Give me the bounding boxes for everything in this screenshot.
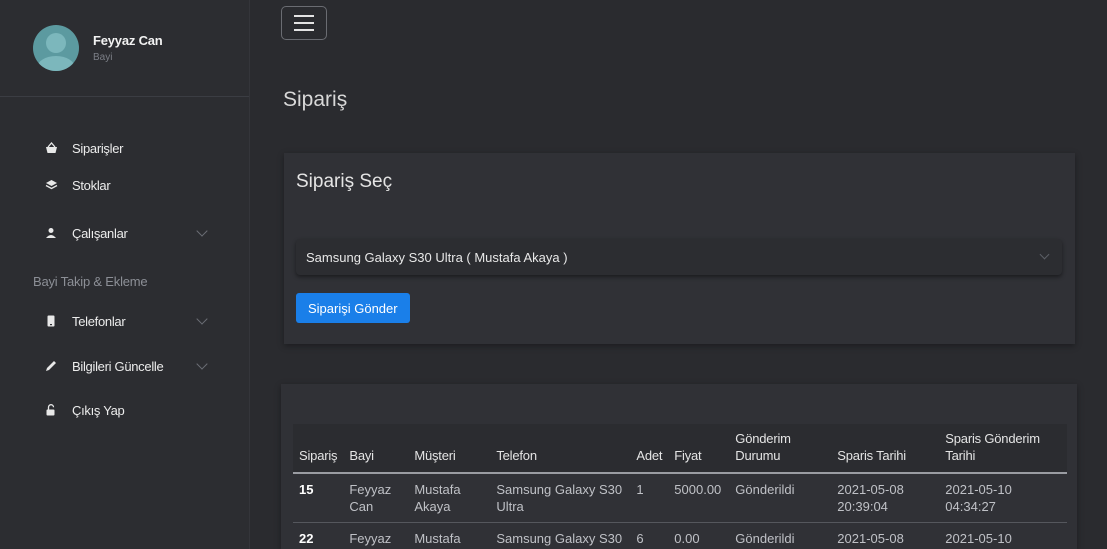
page-title: Sipariş (283, 88, 348, 111)
cell-price: 0.00 (668, 522, 730, 549)
cell-ship-date: 2021-05-10 04:34:27 (939, 473, 1068, 523)
cell-order-id: 15 (293, 473, 344, 523)
cell-status: Gönderildi (729, 522, 832, 549)
chevron-down-icon (196, 358, 208, 370)
user-icon (44, 226, 58, 240)
column-header: Sipariş (293, 424, 344, 474)
cell-status: Gönderildi (729, 473, 832, 523)
hamburger-line (294, 22, 314, 24)
sidebar-item-label: Stoklar (72, 177, 111, 193)
sidebar-item-bilgileri-guncelle[interactable]: Bilgileri Güncelle (44, 355, 216, 377)
user-profile[interactable]: Feyyaz Can Bayi (0, 0, 249, 97)
order-select-card: Sipariş Seç Samsung Galaxy S30 Ultra ( M… (284, 153, 1075, 344)
cell-price: 5000.00 (668, 473, 730, 523)
column-header: Bayi (343, 424, 409, 474)
sidebar-section-heading: Bayi Takip & Ekleme (33, 274, 148, 289)
hamburger-line (294, 15, 314, 17)
hamburger-menu-button[interactable] (281, 6, 327, 40)
phone-icon (44, 314, 58, 328)
column-header: Fiyat (668, 424, 730, 474)
sidebar-item-label: Siparişler (72, 140, 124, 156)
cell-dealer: Feyyaz Can (343, 473, 409, 523)
cell-customer: Mustafa Akaya (408, 522, 491, 549)
cell-order-id: 22 (293, 522, 344, 549)
unlock-icon (44, 403, 58, 417)
profile-role: Bayi (93, 52, 113, 63)
select-value: Samsung Galaxy S30 Ultra ( Mustafa Akaya… (306, 249, 568, 265)
orders-table-card: Sipariş Bayi Müşteri Telefon Adet Fiyat … (281, 384, 1077, 549)
sidebar-item-label: Telefonlar (72, 313, 126, 329)
cell-order-date: 2021-05-08 20:39:04 (831, 473, 940, 523)
orders-table: Sipariş Bayi Müşteri Telefon Adet Fiyat … (293, 424, 1068, 549)
column-header: Adet (630, 424, 669, 474)
table-row: 15 Feyyaz Can Mustafa Akaya Samsung Gala… (293, 473, 1068, 523)
cell-phone: Samsung Galaxy S30 Ultra (490, 522, 631, 549)
cell-ship-date: 2021-05-10 04:34:30 (939, 522, 1068, 549)
column-header: Telefon (490, 424, 631, 474)
sidebar: Feyyaz Can Bayi Siparişler Stoklar Çalış… (0, 0, 250, 549)
basket-icon (44, 141, 58, 155)
sidebar-item-label: Çıkış Yap (72, 402, 125, 418)
chevron-down-icon (1039, 249, 1050, 260)
card-title: Sipariş Seç (296, 171, 393, 192)
submit-order-button[interactable]: Siparişi Gönder (296, 293, 410, 323)
pencil-icon (44, 359, 58, 373)
sidebar-item-siparisler[interactable]: Siparişler (44, 137, 216, 159)
chevron-down-icon (196, 225, 208, 237)
chevron-down-icon (196, 313, 208, 325)
cell-quantity: 1 (630, 473, 669, 523)
sidebar-item-stoklar[interactable]: Stoklar (44, 174, 216, 196)
table-row: 22 Feyyaz Can Mustafa Akaya Samsung Gala… (293, 522, 1068, 549)
cell-phone: Samsung Galaxy S30 Ultra (490, 473, 631, 523)
column-header: Müşteri (408, 424, 491, 474)
cell-order-date: 2021-05-08 20:40:11 (831, 522, 940, 549)
profile-name: Feyyaz Can (93, 33, 163, 48)
hamburger-line (294, 29, 314, 31)
sidebar-item-cikis-yap[interactable]: Çıkış Yap (44, 399, 216, 421)
cell-customer: Mustafa Akaya (408, 473, 491, 523)
sidebar-item-telefonlar[interactable]: Telefonlar (44, 310, 216, 332)
phone-order-select[interactable]: Samsung Galaxy S30 Ultra ( Mustafa Akaya… (296, 239, 1062, 275)
column-header: Sparis Gönderim Tarihi (939, 424, 1068, 474)
column-header: Sparis Tarihi (831, 424, 940, 474)
sidebar-item-label: Çalışanlar (72, 225, 128, 241)
column-header: Gönderim Durumu (729, 424, 832, 474)
sidebar-item-calisanlar[interactable]: Çalışanlar (44, 222, 216, 244)
cell-dealer: Feyyaz Can (343, 522, 409, 549)
cell-quantity: 6 (630, 522, 669, 549)
layers-icon (44, 178, 58, 192)
sidebar-item-label: Bilgileri Güncelle (72, 358, 164, 374)
table-header-row: Sipariş Bayi Müşteri Telefon Adet Fiyat … (293, 424, 1068, 474)
avatar (33, 25, 79, 71)
